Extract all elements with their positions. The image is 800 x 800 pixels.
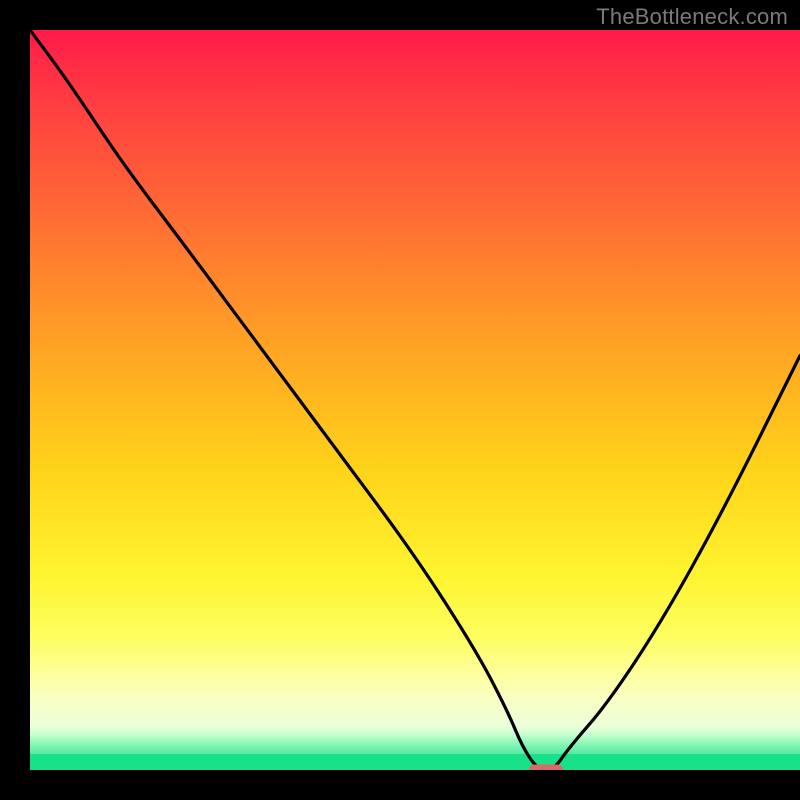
watermark-text: TheBottleneck.com (596, 4, 788, 30)
chart-frame: TheBottleneck.com (0, 0, 800, 800)
plot-area (30, 30, 800, 770)
bottleneck-curve (30, 30, 800, 770)
curve-path (30, 30, 800, 770)
optimal-marker (529, 765, 563, 771)
